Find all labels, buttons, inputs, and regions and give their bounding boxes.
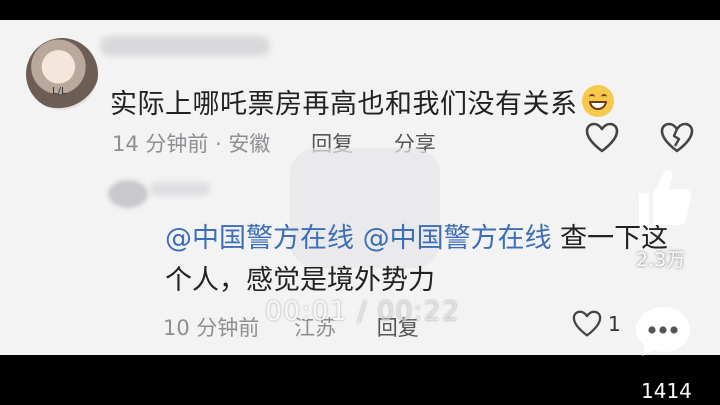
avatar-tag: L/L bbox=[52, 86, 67, 97]
heart-icon[interactable] bbox=[585, 122, 619, 154]
reply-avatar[interactable] bbox=[108, 180, 148, 208]
reply-like-count: 1 bbox=[608, 312, 621, 336]
mention-link[interactable]: @中国警方在线 bbox=[363, 223, 552, 254]
video-timestamp: 00:01 / 00:22 bbox=[265, 296, 460, 327]
current-time: 00:01 bbox=[265, 296, 348, 327]
mention-link[interactable]: @中国警方在线 bbox=[165, 223, 354, 254]
reply-username-blurred bbox=[150, 182, 210, 196]
side-comment-count: 1414 bbox=[641, 379, 692, 403]
broken-heart-icon[interactable] bbox=[660, 122, 694, 154]
total-time: 00:22 bbox=[377, 296, 460, 327]
reply-text: @中国警方在线 @中国警方在线 查一下这个人，感觉是境外势力 bbox=[165, 218, 695, 302]
side-like-count: 2.3万 bbox=[636, 249, 686, 271]
comment-body: 实际上哪吒票房再高也和我们没有关系 bbox=[110, 89, 578, 120]
avatar[interactable]: L/L bbox=[26, 38, 98, 110]
comment-time-location: 14 分钟前 · 安徽 bbox=[112, 132, 271, 156]
grinning-sweat-emoji-icon bbox=[581, 85, 614, 117]
heart-icon[interactable] bbox=[572, 310, 602, 338]
reply-time: 10 分钟前 bbox=[163, 316, 260, 340]
comment-text: 实际上哪吒票房再高也和我们没有关系 bbox=[110, 82, 614, 121]
username-blurred bbox=[100, 36, 270, 56]
time-separator: / bbox=[347, 296, 378, 327]
thumbs-up-icon[interactable] bbox=[633, 165, 693, 229]
comment-icon[interactable] bbox=[633, 303, 693, 359]
